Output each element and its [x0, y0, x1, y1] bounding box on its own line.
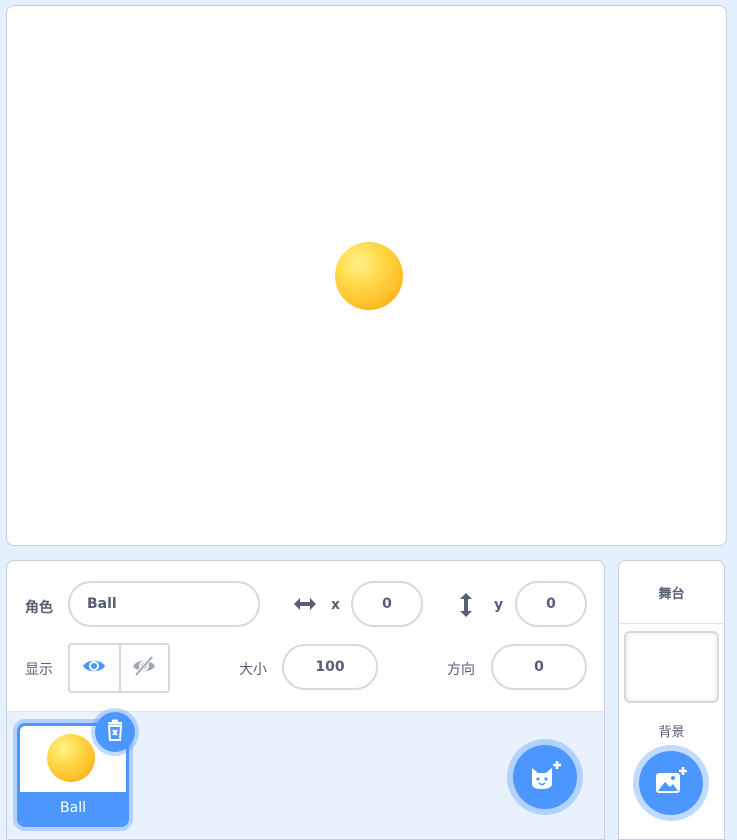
sprite-label: 角色 [25, 600, 53, 616]
ball-sprite[interactable] [335, 242, 403, 310]
eye-icon [82, 657, 106, 679]
image-plus-icon [654, 766, 688, 800]
size-label: 大小 [239, 662, 267, 678]
sprite-tile-name: Ball [20, 792, 126, 824]
delete-sprite-button[interactable] [95, 712, 135, 752]
direction-input[interactable]: 0 [491, 644, 587, 690]
sprite-info-panel: 角色 Ball x 0 y 0 显示 大小 100 方向 0 Ball [6, 560, 605, 840]
sprite-name-input[interactable]: Ball [68, 581, 260, 627]
sprite-list: Ball [7, 711, 604, 839]
backdrop-label: 背景 [658, 725, 685, 740]
show-button[interactable] [70, 645, 119, 691]
size-input[interactable]: 100 [282, 644, 378, 690]
vertical-arrows-icon [459, 592, 473, 622]
trash-icon [105, 719, 125, 745]
sprite-thumbnail [47, 734, 95, 782]
stage-selector-panel: 舞台 背景 [618, 560, 725, 840]
x-input[interactable]: 0 [351, 581, 423, 627]
y-label: y [494, 597, 504, 613]
visibility-toggle [68, 643, 170, 693]
direction-label: 方向 [447, 662, 475, 678]
show-label: 显示 [25, 662, 53, 678]
stage-panel-title: 舞台 [619, 561, 724, 624]
stage-thumbnail[interactable] [624, 631, 719, 703]
horizontal-arrows-icon [292, 595, 318, 617]
y-input[interactable]: 0 [515, 581, 587, 627]
add-backdrop-button[interactable] [639, 751, 703, 815]
x-label: x [331, 597, 341, 613]
hide-button[interactable] [118, 645, 168, 691]
add-sprite-button[interactable] [513, 745, 577, 809]
stage-canvas[interactable] [6, 5, 727, 546]
eye-slash-icon [132, 655, 156, 681]
cat-plus-icon [528, 760, 562, 794]
